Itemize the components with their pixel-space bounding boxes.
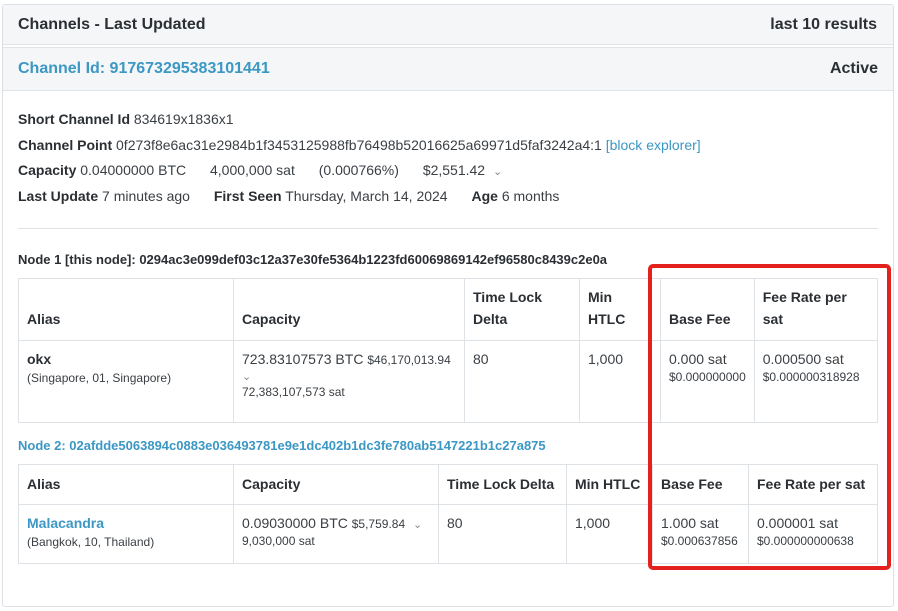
col-min-htlc: Min HTLC <box>566 464 653 505</box>
node2-base-fee: 1.000 sat <box>661 515 719 531</box>
channel-point-value: 0f273f8e6ac31e2984b1f3453125988fb76498b5… <box>116 136 602 153</box>
capacity-percent: (0.000766%) <box>318 162 399 178</box>
node1-fee-rate: 0.000500 sat <box>762 351 844 367</box>
node2-title-link[interactable]: Node 2: 02afdde5063894c0883e036493781e9e… <box>18 438 878 453</box>
node1-capacity-usd: $46,170,013.94 <box>367 353 451 367</box>
node2-capacity-usd: $5,759.84 <box>351 517 406 531</box>
block-explorer-link[interactable]: [block explorer] <box>606 137 701 153</box>
capacity-sat: 4,000,000 sat <box>210 162 295 178</box>
node1-title: Node 1 [this node]: 0294ac3e099def03c12a… <box>18 252 608 267</box>
node2-location: (Bangkok, 10, Thailand) <box>27 535 155 549</box>
node1-alias[interactable]: okx <box>27 351 225 367</box>
node2-min-htlc: 1,000 <box>566 504 653 564</box>
channel-info: Short Channel Id 834619x1836x1 Channel P… <box>18 107 878 209</box>
timing-row: Last Update 7 minutes ago First Seen Thu… <box>18 184 878 210</box>
channel-point-row: Channel Point 0f273f8e6ac31e2984b1f34531… <box>18 133 878 159</box>
col-fee-rate: Fee Rate per sat <box>753 278 879 341</box>
age-value: 6 months <box>501 187 560 204</box>
node2-policy-table: Alias Capacity Time Lock Delta Min HTLC … <box>18 464 878 564</box>
first-seen-label: First Seen <box>213 187 282 204</box>
col-min-htlc: Min HTLC <box>579 278 661 341</box>
divider <box>18 228 878 229</box>
node1-location: (Singapore, 01, Singapore) <box>27 371 172 385</box>
col-capacity: Capacity <box>233 464 439 505</box>
node2-alias-link[interactable]: Malacandra <box>27 515 225 531</box>
table-header-row: Alias Capacity Time Lock Delta Min HTLC … <box>18 464 878 505</box>
chevron-down-icon[interactable]: ⌄ <box>413 518 422 531</box>
channel-status: Active <box>829 60 878 77</box>
col-capacity: Capacity <box>233 278 465 341</box>
capacity-row: Capacity 0.04000000 BTC 4,000,000 sat (0… <box>18 158 878 184</box>
channel-header: Channel Id: 917673295383101441 Active <box>3 47 893 91</box>
col-fee-rate: Fee Rate per sat <box>748 464 878 505</box>
node1-base-fee-usd: $0.000000000 <box>669 370 746 384</box>
short-channel-id-label: Short Channel Id <box>18 111 130 127</box>
panel-title: Channels - Last Updated <box>18 15 206 33</box>
channel-point-label: Channel Point <box>18 136 113 153</box>
channels-panel: Channels - Last Updated last 10 results … <box>2 4 894 607</box>
node1-min-htlc: 1,000 <box>579 340 661 423</box>
node2-time-lock: 80 <box>438 504 567 564</box>
node2-capacity-sat: 9,030,000 sat <box>242 534 315 548</box>
col-base-fee: Base Fee <box>660 278 755 341</box>
age-label: Age <box>471 187 498 204</box>
chevron-down-icon[interactable]: ⌄ <box>242 370 251 383</box>
last-update-value: 7 minutes ago <box>102 187 190 204</box>
first-seen-value: Thursday, March 14, 2024 <box>285 187 448 204</box>
node1-time-lock: 80 <box>464 340 580 423</box>
node2-base-fee-usd: $0.000637856 <box>661 534 738 548</box>
node1-capacity-sat: 72,383,107,573 sat <box>242 385 345 399</box>
node2-fee-rate-usd: $0.000000000638 <box>757 534 854 548</box>
node1-fee-rate-usd: $0.000000318928 <box>762 370 860 384</box>
capacity-btc: 0.04000000 BTC <box>80 162 187 178</box>
node1-policy-table: Alias Capacity Time Lock Delta Min HTLC … <box>18 278 879 423</box>
node1-capacity-btc: 723.83107573 BTC <box>242 351 364 367</box>
table-row: Malacandra (Bangkok, 10, Thailand) 0.090… <box>18 504 878 564</box>
capacity-usd: $2,551.42 <box>422 162 486 178</box>
col-time-lock: Time Lock Delta <box>438 464 567 505</box>
results-count: last 10 results <box>770 15 877 33</box>
short-channel-id-value: 834619x1836x1 <box>133 111 234 127</box>
table-row: okx (Singapore, 01, Singapore) 723.83107… <box>18 340 879 423</box>
col-base-fee: Base Fee <box>652 464 749 505</box>
table-header-row: Alias Capacity Time Lock Delta Min HTLC … <box>18 278 879 341</box>
col-alias: Alias <box>18 464 234 505</box>
node2-capacity-btc: 0.09030000 BTC <box>242 515 348 531</box>
col-time-lock: Time Lock Delta <box>464 278 580 341</box>
node2-fee-rate: 0.000001 sat <box>757 515 838 531</box>
capacity-label: Capacity <box>18 162 77 178</box>
panel-header: Channels - Last Updated last 10 results <box>3 5 893 45</box>
short-channel-id-row: Short Channel Id 834619x1836x1 <box>18 107 878 133</box>
col-alias: Alias <box>18 278 234 341</box>
node1-base-fee: 0.000 sat <box>669 351 727 367</box>
channel-id-link[interactable]: Channel Id: 917673295383101441 <box>18 60 270 78</box>
last-update-label: Last Update <box>18 187 99 204</box>
channel-card: Channel Id: 917673295383101441 Active Sh… <box>3 47 893 607</box>
chevron-down-icon[interactable]: ⌄ <box>493 160 502 186</box>
